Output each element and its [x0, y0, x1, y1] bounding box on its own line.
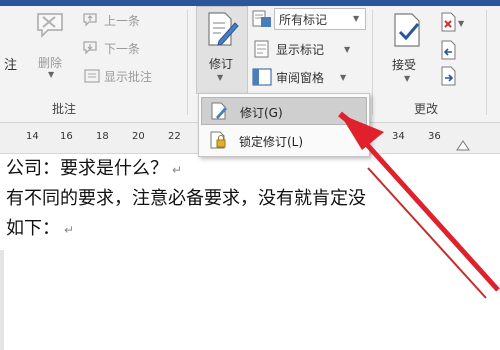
document-line-text: 有不同的要求，注意必备要求，没有就肯定没	[6, 188, 366, 209]
reject-icon	[440, 12, 458, 32]
previous-comment-icon	[82, 12, 100, 28]
accept-label: 接受	[392, 58, 417, 72]
track-changes-menu: 修订(G) 锁定修订(L)	[198, 93, 370, 157]
chevron-down-icon: ▼	[340, 73, 347, 82]
accept-button[interactable]: 接受 ▼	[384, 10, 434, 90]
chevron-down-icon: ▼	[404, 74, 411, 83]
menu-item-label: 修订(G)	[240, 106, 283, 120]
show-markup-label: 显示标记	[276, 43, 325, 57]
lock-icon	[209, 131, 227, 149]
next-change-button[interactable]	[438, 66, 462, 86]
track-changes-button[interactable]: 修订 ▼	[196, 6, 248, 94]
next-comment-label: 下一条	[104, 42, 141, 56]
document-line: 公司：要求是什么？ ↵	[6, 154, 182, 180]
previous-change-icon	[440, 40, 458, 60]
chevron-down-icon: ▼	[48, 70, 55, 79]
paragraph-mark: ↵	[64, 223, 75, 237]
track-changes-icon	[205, 11, 239, 49]
track-changes-label: 修订	[209, 57, 234, 71]
ruler-tick: 16	[60, 131, 73, 142]
delete-comment-icon	[34, 10, 70, 42]
delete-comment-button[interactable]: 删除 ▼	[30, 10, 74, 79]
next-comment-icon	[82, 40, 100, 56]
show-comments-label: 显示批注	[104, 70, 153, 84]
left-margin-edge	[0, 250, 4, 350]
ruler-tick: 20	[132, 131, 145, 142]
markup-select-value: 所有标记	[279, 13, 328, 27]
document-line: 有不同的要求，注意必备要求，没有就肯定没	[6, 184, 366, 210]
new-comment-button[interactable]: 注	[4, 54, 17, 73]
reviewing-pane-label: 审阅窗格	[276, 71, 325, 85]
markup-select-box[interactable]: 所有标记 ▼	[274, 8, 366, 30]
show-comments-button[interactable]: 显示批注	[80, 66, 170, 86]
ruler-tick: 36	[428, 131, 441, 142]
previous-comment-button[interactable]: 上一条	[80, 10, 160, 30]
ruler-tick: 18	[96, 131, 109, 142]
changes-group-label: 更改	[414, 102, 439, 116]
next-comment-button[interactable]: 下一条	[80, 38, 160, 58]
document-line-text: 公司：要求是什么？	[6, 158, 168, 179]
reviewing-pane-icon	[252, 68, 272, 86]
markup-display-icon	[252, 10, 272, 28]
ruler-tick: 34	[392, 131, 405, 142]
accept-icon	[392, 12, 424, 48]
show-markup-button[interactable]: 显示标记 ▼	[252, 38, 362, 60]
paragraph-mark: ↵	[172, 163, 183, 177]
previous-change-button[interactable]	[438, 40, 462, 60]
track-changes-icon	[210, 102, 228, 120]
show-comments-icon	[84, 69, 100, 83]
menu-item-label: 锁定修订(L)	[239, 135, 304, 149]
reject-button[interactable]: ▼	[438, 12, 466, 32]
chevron-down-icon: ▼	[458, 19, 465, 28]
menu-item-track-changes[interactable]: 修订(G)	[201, 97, 367, 125]
markup-select[interactable]: 所有标记 ▼	[252, 8, 367, 30]
previous-comment-label: 上一条	[104, 14, 141, 28]
chevron-down-icon: ▼	[344, 45, 351, 54]
chevron-down-icon: ▼	[353, 14, 360, 23]
document-line-text: 如下：	[6, 218, 60, 239]
delete-comment-label: 删除	[38, 56, 63, 70]
ruler-tick: 22	[168, 131, 181, 142]
reviewing-pane-button[interactable]: 审阅窗格 ▼	[252, 66, 362, 88]
document-line: 如下： ↵	[6, 214, 74, 240]
chevron-down-icon: ▼	[217, 73, 224, 82]
document-area[interactable]: 公司：要求是什么？ ↵ 有不同的要求，注意必备要求，没有就肯定没 如下： ↵	[0, 154, 500, 350]
group-divider	[372, 10, 373, 115]
title-band	[0, 0, 500, 6]
indent-marker-icon[interactable]	[456, 139, 470, 151]
next-change-icon	[440, 66, 458, 86]
group-divider	[486, 10, 487, 115]
group-divider	[187, 10, 188, 115]
ruler-tick: 14	[26, 131, 39, 142]
comments-group-label: 批注	[52, 102, 77, 116]
menu-item-lock-tracking[interactable]: 锁定修订(L)	[201, 127, 365, 153]
show-markup-icon	[254, 40, 270, 58]
